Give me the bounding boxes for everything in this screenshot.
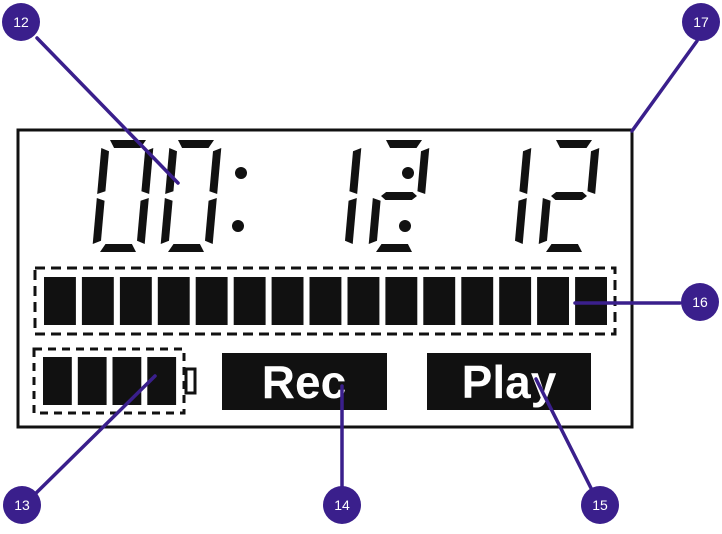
- leader-line-17: [630, 39, 699, 133]
- progress-segment: [575, 277, 607, 325]
- digit-segment-g: [551, 192, 587, 200]
- time-digit-4: [368, 140, 430, 252]
- progress-segment: [119, 277, 152, 325]
- digit-segment-a: [386, 140, 422, 148]
- digit-segment-d: [100, 244, 136, 252]
- progress-segment: [157, 277, 190, 325]
- callout-15-label: 15: [592, 497, 608, 513]
- progress-segment: [271, 277, 304, 325]
- digit-segment-e: [160, 198, 173, 244]
- digit-segment-e: [538, 198, 551, 244]
- digit-segment-g: [381, 192, 417, 200]
- battery-segment: [112, 357, 142, 405]
- time-colon-dot: [232, 220, 244, 232]
- callout-12-label: 12: [13, 14, 29, 30]
- time-digit-6: [538, 140, 600, 252]
- lcd-diagram: Rec Play 12 13 14 15 16 17: [2, 3, 720, 524]
- digit-segment-c: [345, 198, 357, 244]
- play-label: Play: [462, 356, 557, 408]
- callout-12: 12: [2, 3, 40, 41]
- progress-segment: [81, 277, 114, 325]
- battery-segment: [77, 357, 107, 405]
- digit-segment-d: [546, 244, 582, 252]
- time-colon-dot: [402, 167, 414, 179]
- digit-segment-b: [587, 148, 600, 194]
- callout-17-label: 17: [693, 14, 709, 30]
- callout-13-label: 13: [14, 497, 30, 513]
- callout-13: 13: [3, 486, 41, 524]
- digit-segment-e: [368, 198, 381, 244]
- battery-segment: [43, 357, 72, 405]
- digit-segment-c: [205, 198, 217, 244]
- progress-segment: [385, 277, 418, 325]
- rec-label: Rec: [262, 356, 346, 408]
- callout-14-label: 14: [334, 497, 350, 513]
- time-colon-dot: [399, 220, 411, 232]
- progress-segment: [537, 277, 569, 325]
- time-digit-3: [345, 148, 362, 244]
- progress-segment: [461, 277, 494, 325]
- time-digit-1: [92, 140, 154, 252]
- callout-16-label: 16: [692, 294, 708, 310]
- progress-segment: [195, 277, 228, 325]
- progress-segment: [233, 277, 266, 325]
- progress-segment: [309, 277, 342, 325]
- digit-segment-b: [417, 148, 430, 194]
- progress-segment: [44, 277, 76, 325]
- battery-indicator: [43, 357, 177, 405]
- progress-bar: [44, 277, 607, 325]
- digit-segment-c: [515, 198, 527, 244]
- progress-segment: [499, 277, 532, 325]
- digit-segment-a: [178, 140, 214, 148]
- callout-14: 14: [323, 486, 361, 524]
- callout-17: 17: [682, 3, 720, 41]
- digit-segment-b: [349, 148, 362, 194]
- callout-15: 15: [581, 486, 619, 524]
- time-display: [92, 140, 600, 252]
- digit-segment-d: [168, 244, 204, 252]
- digit-segment-b: [519, 148, 532, 194]
- digit-segment-f: [97, 148, 109, 194]
- digit-segment-e: [92, 198, 105, 244]
- digit-segment-d: [376, 244, 412, 252]
- time-digit-2: [160, 140, 222, 252]
- time-digit-5: [515, 148, 532, 244]
- progress-segment: [347, 277, 380, 325]
- digit-segment-c: [137, 198, 149, 244]
- digit-segment-a: [556, 140, 592, 148]
- progress-segment: [423, 277, 456, 325]
- digit-segment-b: [209, 148, 222, 194]
- callout-16: 16: [681, 283, 719, 321]
- time-colon-dot: [235, 167, 247, 179]
- battery-terminal: [184, 367, 197, 395]
